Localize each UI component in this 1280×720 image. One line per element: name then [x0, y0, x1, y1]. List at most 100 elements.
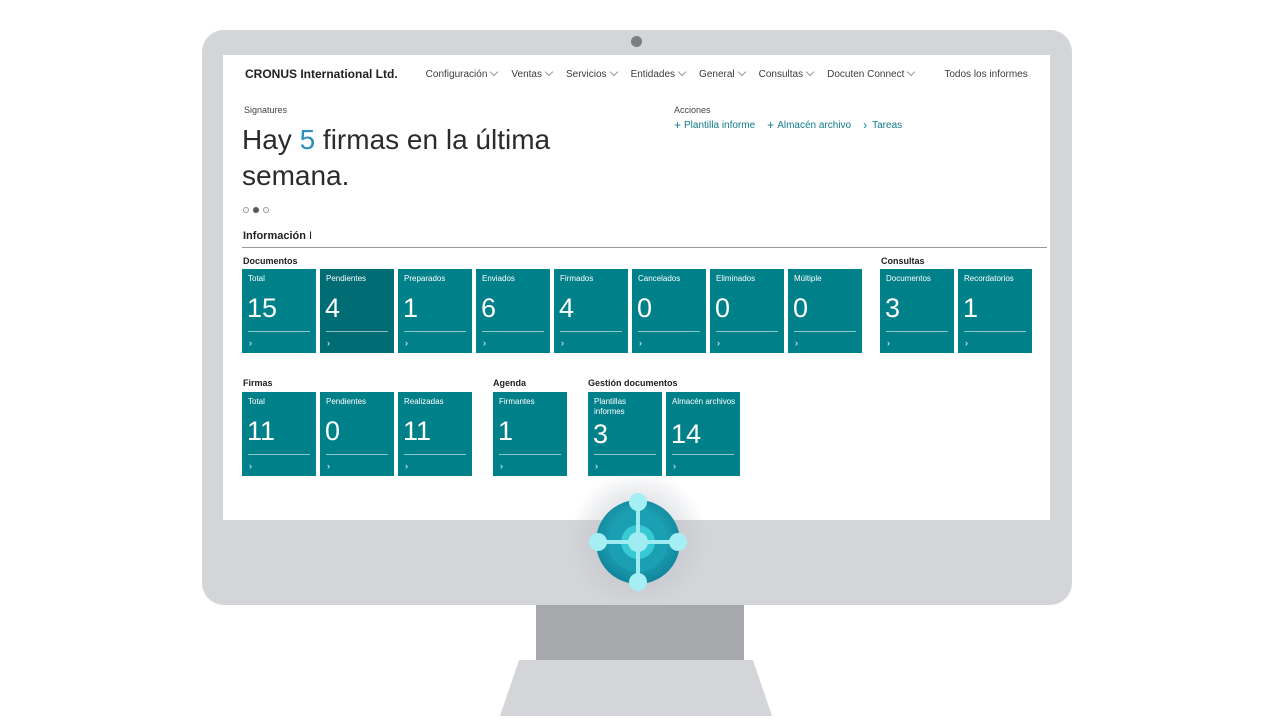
kpi-tile[interactable]: Preparados 1 ›: [398, 269, 472, 353]
nav-menu-item[interactable]: Docuten Connect: [827, 67, 916, 80]
kpi-tile[interactable]: Realizadas 11 ›: [398, 392, 472, 476]
top-navigation-bar: CRONUS International Ltd. Configuración V…: [223, 55, 1050, 93]
tile-value: 6: [481, 293, 497, 323]
carousel-dot[interactable]: [263, 207, 269, 213]
kpi-tile[interactable]: Eliminados 0 ›: [710, 269, 784, 353]
chevron-down-icon: [544, 67, 554, 77]
nav-menu-item[interactable]: Servicios: [565, 67, 618, 80]
tile-label: Firmados: [560, 274, 594, 283]
chevron-down-icon: [737, 67, 746, 77]
tiles-consultas: Documentos 3 › Recordatorios 1 ›: [880, 269, 1032, 353]
kpi-tile[interactable]: Documentos 3 ›: [880, 269, 954, 353]
group-title-agenda: Agenda: [493, 378, 527, 388]
nav-menu-item[interactable]: Ventas: [511, 67, 554, 80]
tile-divider: [716, 331, 778, 332]
kpi-tile[interactable]: Pendientes 4 ›: [320, 269, 394, 353]
all-reports-link[interactable]: Todos los informes: [944, 69, 1027, 80]
action-label: Almacén archivo: [777, 119, 852, 131]
nav-menu-label: General: [699, 68, 735, 80]
kpi-tile[interactable]: Total 11 ›: [242, 392, 316, 476]
chevron-down-icon: [609, 67, 618, 77]
tile-divider: [560, 331, 622, 332]
chevron-down-icon: [907, 67, 916, 77]
tile-divider: [248, 454, 310, 455]
tile-value: 0: [793, 293, 809, 323]
chevron-right-icon: ›: [863, 118, 868, 132]
tiles-agenda: Firmantes 1 ›: [493, 392, 567, 476]
tile-divider: [248, 331, 310, 332]
tile-label: Total: [248, 274, 265, 283]
tile-value: 3: [885, 293, 901, 323]
tile-value: 0: [637, 293, 653, 323]
hero-number[interactable]: 5: [300, 124, 316, 155]
chevron-right-icon: ›: [249, 461, 252, 471]
chevron-right-icon: ›: [887, 338, 890, 348]
action-almacen-archivo[interactable]: + Almacén archivo: [767, 119, 851, 131]
action-tareas[interactable]: › Tareas: [863, 119, 902, 131]
chevron-right-icon: ›: [639, 338, 642, 348]
tile-divider: [672, 454, 734, 455]
carousel-indicator: [243, 207, 269, 213]
nav-menu-label: Configuración: [425, 68, 488, 80]
monitor-stand-base: [500, 660, 772, 716]
tile-label: Realizadas: [404, 397, 444, 406]
tile-value: 11: [403, 416, 432, 446]
nav-menu-item[interactable]: Consultas: [759, 67, 815, 80]
nav-menu-item[interactable]: Configuración: [425, 67, 499, 80]
tile-value: 4: [325, 293, 341, 323]
tile-label: Múltiple: [794, 274, 822, 283]
tile-divider: [326, 454, 388, 455]
tile-value: 4: [559, 293, 575, 323]
group-title-gestion-documentos: Gestión documentos: [588, 378, 678, 388]
action-label: Plantilla informe: [684, 119, 756, 131]
chevron-down-icon: [805, 67, 815, 77]
tile-value: 15: [247, 293, 278, 323]
group-title-documentos: Documentos: [243, 256, 298, 266]
kpi-tile[interactable]: Firmantes 1 ›: [493, 392, 567, 476]
tile-divider: [964, 331, 1026, 332]
chevron-right-icon: ›: [483, 338, 486, 348]
carousel-dot[interactable]: [243, 207, 249, 213]
nav-menu-label: Ventas: [511, 68, 542, 80]
kpi-tile[interactable]: Plantillas informes 3 ›: [588, 392, 662, 476]
chevron-right-icon: ›: [405, 461, 408, 471]
kpi-tile[interactable]: Enviados 6 ›: [476, 269, 550, 353]
action-plantilla-informe[interactable]: + Plantilla informe: [674, 119, 755, 131]
chevron-right-icon: ›: [500, 461, 503, 471]
tile-value: 0: [325, 416, 341, 446]
kpi-tile[interactable]: Almacén archivos 14 ›: [666, 392, 740, 476]
chevron-right-icon: ›: [795, 338, 798, 348]
group-title-firmas: Firmas: [243, 378, 273, 388]
kpi-tile[interactable]: Múltiple 0 ›: [788, 269, 862, 353]
carousel-dot-active[interactable]: [253, 207, 259, 213]
tile-divider: [404, 454, 466, 455]
tile-label: Preparados: [404, 274, 446, 283]
nav-menu-item[interactable]: Entidades: [631, 67, 687, 80]
tile-label: Documentos: [886, 274, 931, 283]
plus-icon: +: [767, 118, 775, 132]
kpi-tile[interactable]: Total 15 ›: [242, 269, 316, 353]
section-divider: [242, 247, 1047, 248]
nav-menu-item[interactable]: General: [699, 67, 746, 80]
company-name[interactable]: CRONUS International Ltd.: [245, 67, 398, 81]
actions-bar: + Plantilla informe + Almacén archivo › …: [674, 119, 902, 131]
tile-label: Firmantes: [499, 397, 535, 406]
tile-divider: [594, 454, 656, 455]
tile-label: Plantillas informes: [594, 397, 627, 416]
chevron-right-icon: ›: [327, 338, 330, 348]
tile-divider: [794, 331, 856, 332]
webcam: [631, 36, 642, 47]
chevron-right-icon: ›: [561, 338, 564, 348]
chevron-right-icon: ›: [965, 338, 968, 348]
chevron-down-icon: [490, 67, 499, 77]
kpi-tile[interactable]: Cancelados 0 ›: [632, 269, 706, 353]
tile-label: Recordatorios: [964, 274, 1014, 283]
nav-menu-label: Servicios: [565, 68, 607, 80]
kpi-tile[interactable]: Firmados 4 ›: [554, 269, 628, 353]
tile-value: 0: [715, 293, 731, 323]
tiles-documentos: Total 15 › Pendientes 4 › Preparados 1 › Enviados…: [242, 269, 862, 353]
kpi-tile[interactable]: Recordatorios 1 ›: [958, 269, 1032, 353]
chevron-right-icon: ›: [717, 338, 720, 348]
kpi-tile[interactable]: Pendientes 0 ›: [320, 392, 394, 476]
tile-label: Total: [248, 397, 265, 406]
